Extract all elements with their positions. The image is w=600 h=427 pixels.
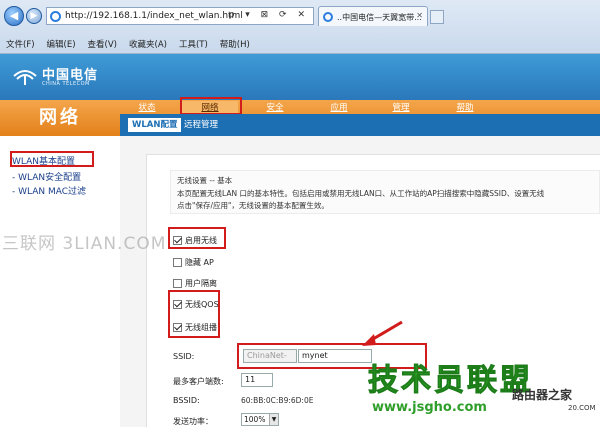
ssid-input[interactable]: mynet <box>298 349 372 363</box>
ssid-prefix: ChinaNet- <box>243 349 297 363</box>
intro-desc: 本页配置无线LAN 口的基本特性。包括启用或禁用无线LAN口、从工作站的AP扫描… <box>177 189 545 198</box>
sidebar-item-wlan-mac-filter[interactable]: - WLAN MAC过滤 <box>12 184 86 197</box>
sub-nav-bar: WLAN配置 远程管理 <box>120 114 600 136</box>
checkbox-wireless-multicast[interactable] <box>173 322 182 332</box>
menu-view[interactable]: 查看(V) <box>88 38 117 50</box>
watermark-url: www.jsgho.com <box>372 400 487 415</box>
watermark-3lian: 三联网 3LIAN.COM <box>2 234 167 254</box>
label-enable-wireless: 启用无线 <box>185 235 217 245</box>
checkbox-enable-wireless[interactable] <box>173 235 182 245</box>
menu-help[interactable]: 帮助(H) <box>220 38 250 50</box>
intro-title: 无线设置 -- 基本 <box>177 176 233 185</box>
new-tab-button[interactable] <box>430 10 444 24</box>
subtab-wlan-config[interactable]: WLAN配置 <box>128 118 182 132</box>
tab-security[interactable]: 安全 <box>260 101 290 113</box>
chevron-down-icon: ▼ <box>269 414 278 425</box>
checkbox-user-isolation[interactable] <box>173 278 182 288</box>
option-wireless-qos[interactable]: 无线QOS <box>173 297 219 311</box>
label-user-isolation: 用户隔离 <box>185 278 217 288</box>
china-telecom-logo-icon <box>13 70 37 85</box>
browser-chrome: ◀ ▶ http://192.168.1.1/index_net_wlan.ht… <box>0 0 600 54</box>
bssid-label: BSSID: <box>173 396 200 405</box>
address-bar[interactable]: http://192.168.1.1/index_net_wlan.html ρ… <box>46 7 314 25</box>
watermark-brand-suffix: 路由器之家 <box>512 388 573 402</box>
menu-edit[interactable]: 编辑(E) <box>47 38 76 50</box>
option-hide-ap[interactable]: 隐藏 AP <box>173 255 214 269</box>
forward-button[interactable]: ▶ <box>26 8 42 24</box>
label-hide-ap: 隐藏 AP <box>185 257 214 267</box>
subtab-remote-management[interactable]: 远程管理 <box>180 118 222 132</box>
annotation-arrow-icon <box>362 320 403 346</box>
back-arrow-icon: ◀ <box>9 9 19 22</box>
intro-box: 无线设置 -- 基本 本页配置无线LAN 口的基本特性。包括启用或禁用无线LAN… <box>170 170 600 214</box>
browser-menubar: 文件(F) 编辑(E) 查看(V) 收藏夹(A) 工具(T) 帮助(H) <box>0 36 250 52</box>
label-wireless-multicast: 无线组播 <box>185 322 217 332</box>
menu-tools[interactable]: 工具(T) <box>179 38 208 50</box>
tab-title: ..中国电信—天翼宽带... <box>337 13 422 22</box>
option-wireless-multicast[interactable]: 无线组播 <box>173 320 217 334</box>
menu-file[interactable]: 文件(F) <box>6 38 35 50</box>
forward-arrow-icon: ▶ <box>30 11 38 21</box>
ssid-label: SSID: <box>173 352 195 361</box>
tx-power-select[interactable]: 100% ▼ <box>241 413 279 426</box>
sidebar-item-wlan-basic[interactable]: WLAN基本配置 <box>12 154 76 167</box>
main-nav-tabs: 状态 网络 安全 应用 管理 帮助 <box>120 100 600 114</box>
tab-management[interactable]: 管理 <box>386 101 416 113</box>
checkbox-wireless-qos[interactable] <box>173 299 182 309</box>
back-button[interactable]: ◀ <box>4 6 24 26</box>
tab-ie-icon <box>323 12 333 22</box>
menu-favorites[interactable]: 收藏夹(A) <box>129 38 167 50</box>
bssid-value: 60:BB:0C:B9:6D:0E <box>241 396 314 405</box>
address-url[interactable]: http://192.168.1.1/index_net_wlan.html <box>65 11 243 21</box>
tx-power-label: 发送功率： <box>173 417 213 426</box>
max-clients-label: 最多客户端数: <box>173 377 224 386</box>
tab-application[interactable]: 应用 <box>324 101 354 113</box>
tab-network[interactable]: 网络 <box>182 101 238 113</box>
ie-logo-icon <box>50 11 61 22</box>
watermark-brand: 技术员联盟 <box>368 363 533 399</box>
option-user-isolation[interactable]: 用户隔离 <box>173 276 217 290</box>
tab-help[interactable]: 帮助 <box>450 101 480 113</box>
checkbox-hide-ap[interactable] <box>173 257 182 267</box>
intro-note: 点击"保存/应用"，无线设置的基本配置生效。 <box>177 201 329 210</box>
tab-close-icon[interactable]: ✕ <box>416 11 423 20</box>
label-wireless-qos: 无线QOS <box>185 299 219 309</box>
brand-sub: CHINA TELECOM <box>42 81 90 87</box>
tab-status[interactable]: 状态 <box>132 101 162 113</box>
section-title: 网络 <box>39 107 81 128</box>
max-clients-input[interactable]: 11 <box>241 373 273 387</box>
sidebar-item-wlan-security[interactable]: - WLAN安全配置 <box>12 170 81 183</box>
browser-tab[interactable]: ..中国电信—天翼宽带... ✕ <box>318 6 428 26</box>
watermark-url-suffix: 20.COM <box>568 404 596 412</box>
tx-power-value: 100% <box>244 415 266 424</box>
option-enable-wireless[interactable]: 启用无线 <box>173 233 217 247</box>
address-tools-icons[interactable]: ρ ▾ ⊠ ⟳ ✕ <box>229 10 309 20</box>
brand-header: 中国电信 CHINA TELECOM <box>0 54 600 100</box>
